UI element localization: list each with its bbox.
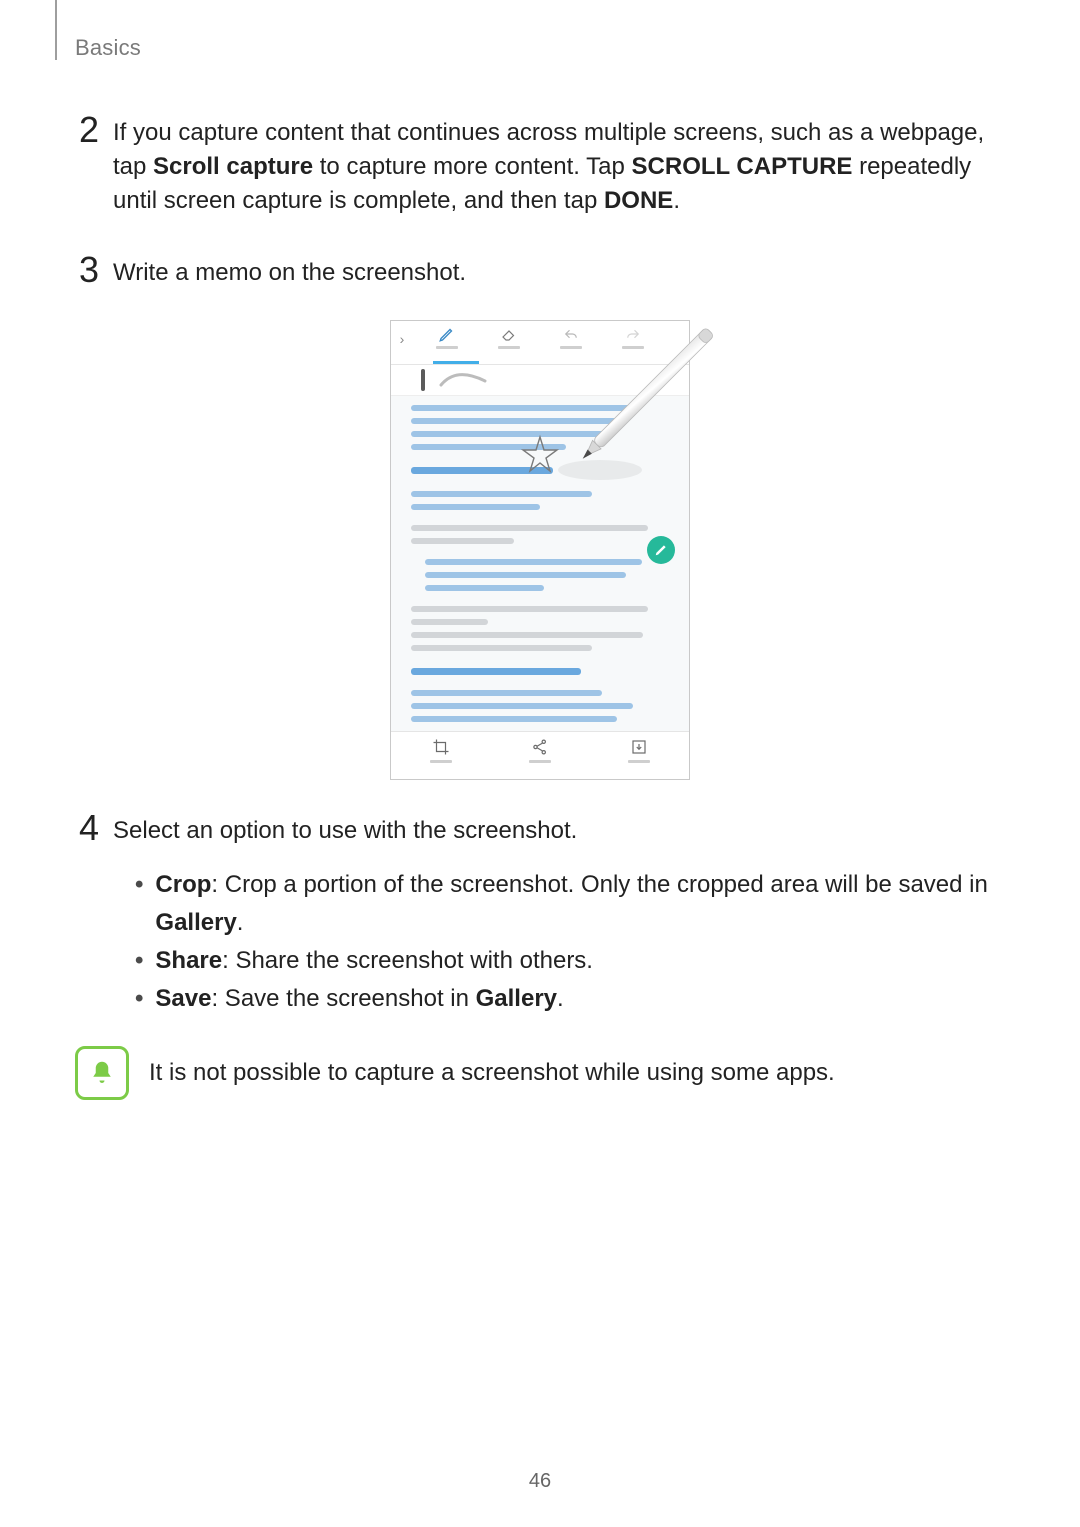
manual-page: Basics 2 If you capture content that con… bbox=[0, 0, 1080, 1527]
note-callout: It is not possible to capture a screensh… bbox=[75, 1046, 1005, 1100]
option-label: Share bbox=[155, 947, 222, 974]
text: . bbox=[237, 909, 244, 936]
step-body: Select an option to use with the screens… bbox=[113, 810, 577, 848]
text: . bbox=[673, 187, 680, 214]
step-4: 4 Select an option to use with the scree… bbox=[75, 810, 1005, 848]
share-action-icon bbox=[505, 738, 575, 763]
crop-action-icon bbox=[406, 738, 476, 763]
palette-indicator bbox=[421, 369, 425, 391]
option-label: Save bbox=[155, 985, 211, 1012]
option-list: • Crop: Crop a portion of the screenshot… bbox=[135, 866, 1005, 1018]
collapse-icon: › bbox=[397, 325, 407, 347]
text: to capture more content. Tap bbox=[313, 153, 631, 180]
bullet-icon: • bbox=[135, 942, 143, 980]
note-text: It is not possible to capture a screensh… bbox=[149, 1046, 835, 1090]
floating-edit-button-icon bbox=[647, 536, 675, 564]
pen-tool-icon bbox=[425, 325, 469, 349]
option-label: Crop bbox=[155, 871, 211, 898]
header-rule bbox=[55, 0, 57, 60]
text: . bbox=[557, 985, 564, 1012]
active-tool-indicator bbox=[433, 361, 479, 364]
text-bold: Gallery bbox=[476, 985, 557, 1012]
s-pen-icon bbox=[540, 310, 730, 500]
text-bold: Gallery bbox=[155, 909, 236, 936]
screenshot-illustration: › bbox=[390, 320, 690, 780]
text: : Save the screenshot in bbox=[211, 985, 475, 1012]
option-save: • Save: Save the screenshot in Gallery. bbox=[135, 980, 1005, 1018]
pen-size-curve-icon bbox=[439, 369, 489, 391]
section-header: Basics bbox=[75, 35, 141, 61]
page-content: 2 If you capture content that continues … bbox=[75, 100, 1005, 1100]
bullet-icon: • bbox=[135, 866, 143, 904]
screen-write-bottom-bar bbox=[391, 731, 689, 779]
step-number: 4 bbox=[75, 810, 99, 846]
text-bold: Scroll capture bbox=[153, 153, 313, 180]
page-number: 46 bbox=[0, 1470, 1080, 1493]
step-number: 2 bbox=[75, 112, 99, 148]
step-body: Write a memo on the screenshot. bbox=[113, 252, 466, 290]
step-3: 3 Write a memo on the screenshot. bbox=[75, 252, 1005, 290]
step-body: If you capture content that continues ac… bbox=[113, 112, 1005, 218]
text: : Crop a portion of the screenshot. Only… bbox=[211, 871, 987, 898]
step-2: 2 If you capture content that continues … bbox=[75, 112, 1005, 218]
step-number: 3 bbox=[75, 252, 99, 288]
text-bold: SCROLL CAPTURE bbox=[632, 153, 853, 180]
option-crop: • Crop: Crop a portion of the screenshot… bbox=[135, 866, 1005, 942]
save-action-icon bbox=[604, 738, 674, 763]
option-share: • Share: Share the screenshot with other… bbox=[135, 942, 1005, 980]
text: : Share the screenshot with others. bbox=[222, 947, 593, 974]
illustration-wrap: › bbox=[75, 320, 1005, 780]
eraser-tool-icon bbox=[487, 325, 531, 349]
bullet-icon: • bbox=[135, 980, 143, 1018]
text-bold: DONE bbox=[604, 187, 673, 214]
note-bell-icon bbox=[75, 1046, 129, 1100]
